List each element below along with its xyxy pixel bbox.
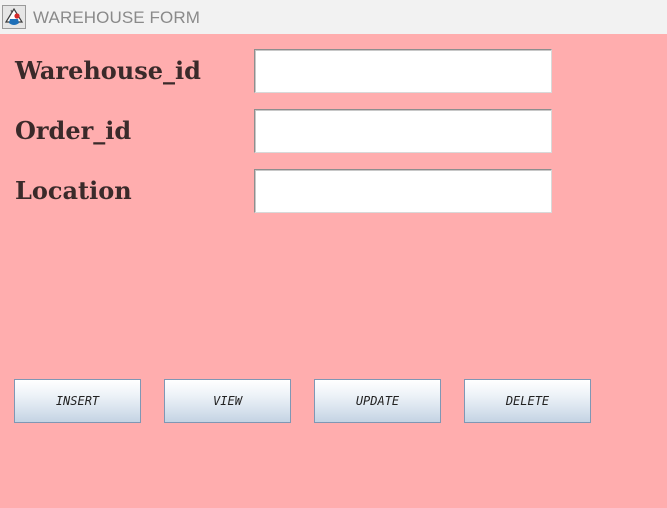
- window-titlebar: WAREHOUSE FORM: [0, 0, 667, 34]
- form-panel: [0, 34, 667, 508]
- window-title: WAREHOUSE FORM: [33, 8, 200, 27]
- update-button[interactable]: UPDATE: [314, 379, 441, 423]
- java-coffee-cup-icon: [2, 5, 26, 29]
- insert-button[interactable]: INSERT: [14, 379, 141, 423]
- location-label: Location: [15, 176, 132, 205]
- warehouse-id-label: Warehouse_id: [15, 56, 201, 85]
- view-button[interactable]: VIEW: [164, 379, 291, 423]
- location-input[interactable]: [254, 169, 552, 213]
- warehouse-id-input[interactable]: [254, 49, 552, 93]
- order-id-label: Order_id: [15, 116, 132, 145]
- delete-button[interactable]: DELETE: [464, 379, 591, 423]
- order-id-input[interactable]: [254, 109, 552, 153]
